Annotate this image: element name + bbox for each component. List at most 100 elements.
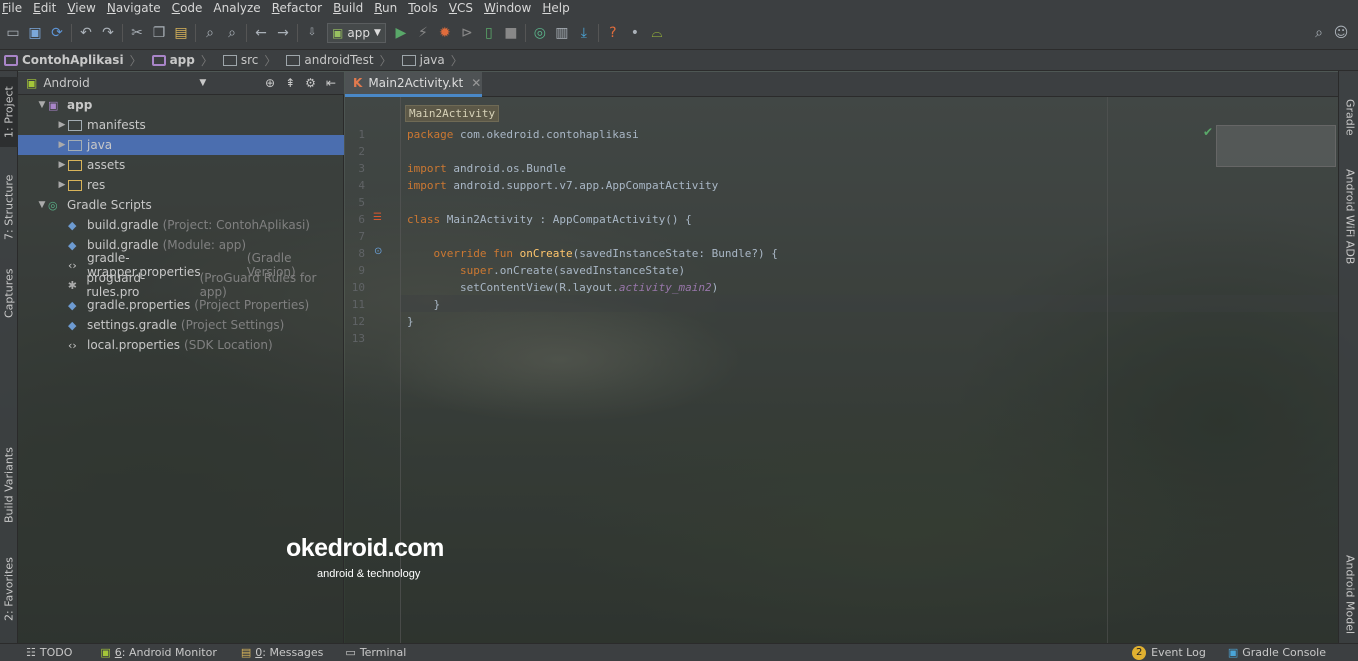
stop-icon[interactable]: ■	[500, 22, 522, 44]
breadcrumb-item-src[interactable]: src 〉	[222, 52, 276, 69]
menu-item-analyze[interactable]: Analyze	[213, 0, 260, 16]
cut-icon[interactable]: ✂	[126, 22, 148, 44]
menu-item-view[interactable]: View	[67, 0, 95, 16]
toolbar-separator	[246, 23, 247, 42]
override-gutter-icon[interactable]: ⊙	[374, 246, 382, 257]
hide-panel-icon[interactable]: ⇤	[326, 76, 336, 90]
gradle-file-icon: ◆	[68, 298, 77, 312]
tree-item[interactable]: ◆ gradle.properties (Project Properties)	[18, 295, 344, 315]
save-icon[interactable]: ▣	[24, 22, 46, 44]
sdk-manager-icon[interactable]: ⤓	[573, 22, 595, 44]
breadcrumb-item-module[interactable]: app 〉	[151, 52, 213, 69]
menu-item-edit[interactable]: Edit	[33, 0, 56, 16]
android-monitor-tab[interactable]: ▣ 6: Android Monitor	[100, 646, 216, 659]
tool-tab-build-variants[interactable]: Build Variants	[0, 445, 18, 525]
menu-item-vcs[interactable]: VCS	[449, 0, 473, 16]
tree-item[interactable]: ▶ res	[18, 175, 344, 195]
tool-tab-project[interactable]: 1: Project	[0, 77, 18, 147]
folder-icon	[222, 54, 237, 66]
collapse-all-icon[interactable]: ⇞	[285, 76, 295, 90]
tree-item[interactable]: ✱ proguard-rules.pro (ProGuard Rules for a…	[18, 271, 344, 299]
paste-icon[interactable]: ▤	[170, 22, 192, 44]
redo-icon[interactable]: ↷	[97, 22, 119, 44]
menu-item-run[interactable]: Run	[374, 0, 397, 16]
messages-tab[interactable]: ▤ 0: Messages	[241, 646, 324, 659]
tree-item[interactable]: ◆ build.gradle (Project: ContohAplikasi)	[18, 215, 344, 235]
search-everywhere-icon[interactable]: ⌕	[1308, 22, 1330, 44]
menu-item-window[interactable]: Window	[484, 0, 531, 16]
chevron-right-icon[interactable]: ▶	[56, 120, 68, 130]
code-editor[interactable]: Main2Activity ✔ 1 2 3 4 5 6 7 8 9 10 11 12 13 packag…	[345, 97, 1338, 643]
tab-main2activity[interactable]: K Main2Activity.kt ✕	[345, 72, 482, 97]
tool-tab-favorites[interactable]: 2: Favorites	[0, 555, 18, 623]
copy-icon[interactable]: ❐	[148, 22, 170, 44]
menu-item-refactor[interactable]: Refactor	[272, 0, 322, 16]
terminal-tab[interactable]: ▭ Terminal	[345, 646, 406, 659]
debug-icon[interactable]: ✹	[434, 22, 456, 44]
tree-item[interactable]: ◆ settings.gradle (Project Settings)	[18, 315, 344, 335]
scroll-from-source-icon[interactable]: ⊕	[265, 76, 275, 90]
chevron-right-icon[interactable]: ▶	[56, 160, 68, 170]
run-config-select[interactable]: ▣ app ▼	[327, 22, 386, 43]
project-view-select[interactable]: Android	[43, 76, 193, 90]
breadcrumb-item-project[interactable]: ContohAplikasi 〉	[4, 52, 142, 69]
tool-tab-captures[interactable]: Captures	[0, 263, 18, 323]
right-margin-guide	[1107, 97, 1108, 643]
code-line-12: }	[407, 315, 414, 328]
gradle-file-icon: ◆	[68, 218, 77, 232]
avatar[interactable]: ☺	[1330, 22, 1352, 44]
menu-item-file[interactable]: File	[2, 0, 22, 16]
tree-item[interactable]: ▶ assets	[18, 155, 344, 175]
menu-item-build[interactable]: Build	[333, 0, 363, 16]
menu-item-tools[interactable]: Tools	[408, 0, 438, 16]
editor-tab-bar: K Main2Activity.kt ✕	[345, 72, 1338, 97]
sync-icon[interactable]: ⟳	[46, 22, 68, 44]
menu-item-code[interactable]: Code	[172, 0, 203, 16]
apply-changes-icon[interactable]: ⚡	[412, 22, 434, 44]
menu-item-help[interactable]: Help	[542, 0, 569, 16]
avd-manager-icon[interactable]: ▥	[551, 22, 573, 44]
menu-mnemonic: E	[33, 1, 41, 15]
open-icon[interactable]: ▭	[2, 22, 24, 44]
tool-tab-wifi-adb[interactable]: Android WiFi ADB	[1341, 167, 1358, 267]
tool-tab-structure[interactable]: 7: Structure	[0, 167, 18, 247]
chevron-right-icon[interactable]: ▶	[56, 140, 68, 150]
run-icon[interactable]: ▶	[390, 22, 412, 44]
folder-icon	[401, 54, 416, 66]
breadcrumb-item-androidtest[interactable]: androidTest 〉	[286, 52, 392, 69]
breadcrumb-item-java[interactable]: java 〉	[401, 52, 463, 69]
forward-icon[interactable]: →	[272, 22, 294, 44]
tree-item[interactable]: ▼ ▣ app	[18, 95, 344, 115]
chevron-down-icon[interactable]: ▼	[36, 200, 48, 210]
back-icon[interactable]: ←	[250, 22, 272, 44]
gradle-console-tab[interactable]: ▣ Gradle Console	[1228, 646, 1326, 659]
help-icon[interactable]: ?	[602, 22, 624, 44]
gear-icon[interactable]: ⚙	[305, 76, 316, 90]
tool-tab-gradle[interactable]: Gradle	[1341, 95, 1358, 139]
code-minimap[interactable]	[1216, 125, 1336, 167]
find-icon[interactable]: ⌕	[199, 22, 221, 44]
folder-icon	[68, 179, 82, 191]
tree-item[interactable]: ‹› local.properties (SDK Location)	[18, 335, 344, 355]
todo-tab[interactable]: ☷ TODO	[26, 646, 72, 659]
tree-item[interactable]: ▶ java	[18, 135, 344, 155]
tool-tab-android-model[interactable]: Android Model	[1341, 555, 1358, 635]
menu-item-navigate[interactable]: Navigate	[107, 0, 161, 16]
replace-icon[interactable]: ⌕	[221, 22, 243, 44]
device-icon[interactable]: •	[624, 22, 646, 44]
class-gutter-icon[interactable]: ☰	[373, 212, 382, 223]
chevron-down-icon[interactable]: ▼	[36, 100, 48, 110]
tree-item[interactable]: ▼ ◎ Gradle Scripts	[18, 195, 344, 215]
chevron-down-icon[interactable]: ▼	[199, 78, 206, 88]
gradle-sync-icon[interactable]: ◎	[529, 22, 551, 44]
event-log-tab[interactable]: 2 Event Log	[1132, 645, 1206, 660]
chevron-right-icon[interactable]: ▶	[56, 180, 68, 190]
attach-icon[interactable]: ⊳	[456, 22, 478, 44]
coverage-icon[interactable]: ▯	[478, 22, 500, 44]
close-icon[interactable]: ✕	[471, 76, 481, 90]
make-icon[interactable]: ⇩	[301, 22, 323, 44]
undo-icon[interactable]: ↶	[75, 22, 97, 44]
status-bar: ☷ TODO ▣ 6: Android Monitor ▤ 0: Message…	[0, 643, 1358, 661]
tree-item[interactable]: ▶ manifests	[18, 115, 344, 135]
android-icon[interactable]: ⌓	[646, 22, 668, 44]
